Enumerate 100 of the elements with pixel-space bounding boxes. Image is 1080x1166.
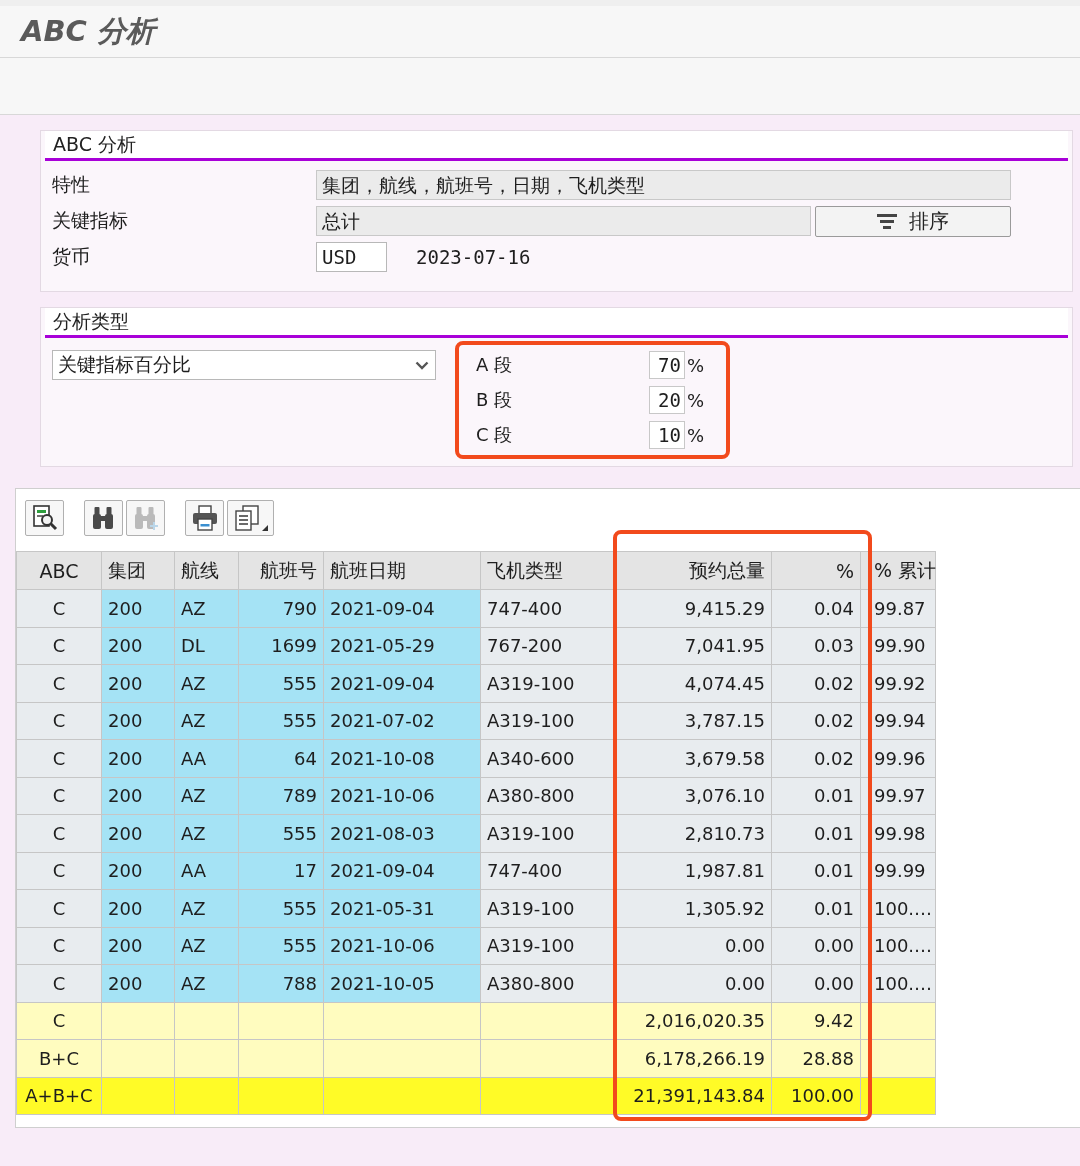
- caret-icon: [261, 525, 268, 531]
- table-cell: 2021-09-04: [324, 590, 481, 628]
- table-cell: A319-100: [481, 665, 614, 703]
- table-cell: 99.98: [861, 815, 936, 853]
- document-magnifier-icon: [31, 505, 58, 531]
- chevron-down-icon: [415, 360, 429, 370]
- column-header[interactable]: 航班日期: [324, 551, 481, 590]
- percent-sign: %: [687, 354, 705, 376]
- segment-input[interactable]: 20: [649, 386, 685, 414]
- table-cell: 200: [102, 777, 175, 815]
- input-field[interactable]: USD: [316, 242, 387, 272]
- table-cell: AA: [175, 740, 239, 778]
- table-cell: 6,178,266.19: [614, 1040, 772, 1078]
- table-cell: 0.02: [772, 740, 861, 778]
- table-cell: 0.01: [772, 815, 861, 853]
- table-cell: 555: [239, 665, 324, 703]
- segment-input[interactable]: 10: [649, 421, 685, 449]
- table-cell: C: [16, 627, 102, 665]
- percent-sign: %: [687, 389, 705, 411]
- table-cell: C: [16, 1002, 102, 1040]
- table-cell: 7,041.95: [614, 627, 772, 665]
- table-cell: 200: [102, 740, 175, 778]
- table-cell: B+C: [16, 1040, 102, 1078]
- table-cell: 2021-10-05: [324, 965, 481, 1003]
- segment-input[interactable]: 70: [649, 351, 685, 379]
- table-cell: 99.92: [861, 665, 936, 703]
- printer-icon: [191, 505, 218, 531]
- table-cell: 2021-10-06: [324, 927, 481, 965]
- table-cell: 2021-05-29: [324, 627, 481, 665]
- column-header[interactable]: 航班号: [239, 551, 324, 590]
- table-cell: A380-800: [481, 965, 614, 1003]
- table-cell: 200: [102, 590, 175, 628]
- segment-label: B 段: [476, 388, 514, 412]
- column-header[interactable]: 预约总量: [614, 551, 772, 590]
- table-cell: C: [16, 740, 102, 778]
- table-cell: 2021-09-04: [324, 852, 481, 890]
- table-cell: AZ: [175, 702, 239, 740]
- table-cell: 767-200: [481, 627, 614, 665]
- table-cell: A319-100: [481, 702, 614, 740]
- table-cell: 1699: [239, 627, 324, 665]
- print-button[interactable]: [185, 500, 224, 536]
- table-cell: 0.00: [614, 965, 772, 1003]
- segment-label: C 段: [476, 423, 514, 447]
- table-cell: [175, 1040, 239, 1078]
- table-cell: 200: [102, 965, 175, 1003]
- table-cell: 1,987.81: [614, 852, 772, 890]
- table-cell: 3,076.10: [614, 777, 772, 815]
- table-cell: 200: [102, 890, 175, 928]
- sort-button[interactable]: 排序: [815, 205, 1011, 237]
- segment-label: A 段: [476, 353, 514, 377]
- column-header[interactable]: % 累计: [861, 551, 936, 590]
- table-cell: 200: [102, 927, 175, 965]
- table-cell: 4,074.45: [614, 665, 772, 703]
- column-header[interactable]: 航线: [175, 551, 239, 590]
- table-cell: 790: [239, 590, 324, 628]
- table-cell: C: [16, 777, 102, 815]
- table-cell: 3,787.15: [614, 702, 772, 740]
- table-cell: [175, 1077, 239, 1115]
- table-cell: 0.03: [772, 627, 861, 665]
- table-cell: 17: [239, 852, 324, 890]
- table-cell: A319-100: [481, 890, 614, 928]
- field-label: 特性: [51, 172, 91, 197]
- table-cell: 555: [239, 815, 324, 853]
- column-header[interactable]: 集团: [102, 551, 175, 590]
- table-cell: 100.00: [772, 1077, 861, 1115]
- table-cell: 555: [239, 702, 324, 740]
- table-cell: 0.01: [772, 852, 861, 890]
- table-cell: 200: [102, 627, 175, 665]
- table-cell: AZ: [175, 590, 239, 628]
- table-cell: 0.00: [614, 927, 772, 965]
- table-cell: AZ: [175, 890, 239, 928]
- panel-title: ABC 分析: [45, 131, 1068, 161]
- field-label: 货币: [51, 244, 91, 269]
- column-header[interactable]: %: [772, 551, 861, 590]
- analysis-type-dropdown[interactable]: 关键指标百分比: [52, 350, 436, 380]
- table-cell: 2,016,020.35: [614, 1002, 772, 1040]
- table-cell: 0.00: [772, 965, 861, 1003]
- table-cell: 28.88: [772, 1040, 861, 1078]
- find-button[interactable]: [84, 500, 123, 536]
- table-cell: C: [16, 927, 102, 965]
- column-header[interactable]: ABC: [16, 551, 102, 590]
- table-cell: A340-600: [481, 740, 614, 778]
- binoculars-plus-icon: [132, 505, 159, 531]
- table-cell: C: [16, 852, 102, 890]
- table-cell: AZ: [175, 815, 239, 853]
- column-header[interactable]: 飞机类型: [481, 551, 614, 590]
- table-cell: 200: [102, 665, 175, 703]
- table-cell: AZ: [175, 965, 239, 1003]
- export-button[interactable]: [227, 500, 274, 536]
- panel-title: 分析类型: [45, 308, 1068, 338]
- table-cell: 200: [102, 702, 175, 740]
- table-cell: 2021-08-03: [324, 815, 481, 853]
- table-cell: 789: [239, 777, 324, 815]
- table-cell: 555: [239, 927, 324, 965]
- table-cell: 100.…: [861, 965, 936, 1003]
- table-cell: 0.00: [772, 927, 861, 965]
- percent-sign: %: [687, 424, 705, 446]
- details-button[interactable]: [25, 500, 64, 536]
- table-cell: 747-400: [481, 852, 614, 890]
- table-cell: 99.96: [861, 740, 936, 778]
